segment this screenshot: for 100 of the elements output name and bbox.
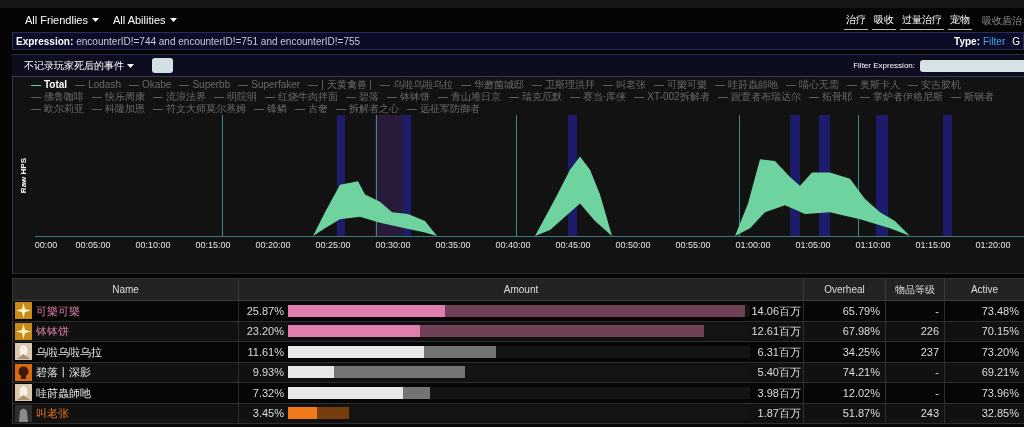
player-name[interactable]: 碧落丨深影 bbox=[36, 364, 91, 381]
legend-item[interactable]: 掌炉者伊格尼斯 bbox=[859, 91, 943, 103]
axis-tick-label: 00:20:00 bbox=[255, 240, 291, 250]
player-name[interactable]: 哇莳蟲師吔 bbox=[36, 384, 91, 401]
legend-item[interactable]: 叫老张 bbox=[602, 79, 646, 91]
column-header[interactable]: Name bbox=[13, 279, 239, 300]
percent-text: 7.32% bbox=[251, 385, 284, 401]
amount-text: 14.06百万 bbox=[750, 303, 802, 319]
legend-item[interactable]: 乌啦乌啦乌拉 bbox=[379, 79, 453, 91]
axis-tick-label: 00:00 bbox=[34, 240, 58, 250]
caret-icon bbox=[127, 63, 134, 68]
graph-link[interactable]: G bbox=[1012, 33, 1020, 49]
legend-item[interactable]: 拓骨耶 bbox=[808, 91, 852, 103]
legend-item[interactable]: 拆解者之心 bbox=[336, 103, 399, 115]
legend-item[interactable]: 卫斯理洪拜 bbox=[531, 79, 595, 91]
legend-item[interactable]: 可樂可樂 bbox=[653, 79, 707, 91]
emblem-icon bbox=[15, 384, 32, 402]
view-button[interactable]: 治疗 bbox=[844, 10, 868, 30]
axis-tick-label: 00:35:00 bbox=[435, 240, 471, 250]
legend-item[interactable]: 华蘑菌城邸 bbox=[460, 79, 524, 91]
legend-item[interactable]: Lodash bbox=[75, 79, 121, 91]
table-cell-text: 243 bbox=[920, 406, 939, 421]
legend-item[interactable]: 流浪法界 bbox=[153, 91, 206, 103]
legend-item[interactable]: 快乐周康 bbox=[92, 91, 145, 103]
table-cell-text: - bbox=[935, 385, 939, 401]
filter-input[interactable] bbox=[920, 59, 1024, 72]
legend-item[interactable]: 欧尔莉亚 bbox=[31, 103, 84, 115]
percent-text: 23.20% bbox=[245, 324, 284, 339]
axis-tick-label: 00:55:00 bbox=[675, 240, 711, 250]
table-cell-text: 73.96% bbox=[981, 385, 1019, 401]
legend-item[interactable]: 明院明 bbox=[214, 91, 257, 103]
caret-icon bbox=[91, 18, 99, 22]
amount-text: 6.31百万 bbox=[756, 344, 802, 360]
legend-item[interactable]: 古奢 bbox=[295, 103, 328, 115]
starburst-icon bbox=[15, 322, 32, 340]
filter-dropdown[interactable]: All Friendlies bbox=[25, 11, 99, 29]
player-name[interactable]: 乌啦乌啦乌拉 bbox=[36, 343, 102, 360]
legend-item[interactable]: XT-002拆解者 bbox=[634, 91, 710, 103]
color-swatch-button[interactable] bbox=[152, 58, 173, 73]
legend-item[interactable]: 佛鲁咖啡 bbox=[31, 91, 84, 103]
y-axis-label: Raw HPS bbox=[18, 158, 29, 194]
legend-item[interactable]: 跟萱者布瑞达尔 bbox=[717, 91, 801, 103]
view-button[interactable]: 过量治疗 bbox=[900, 10, 944, 30]
legend-item[interactable]: 符文大师莫尔基姆 bbox=[153, 103, 246, 115]
legend-item[interactable]: Total bbox=[31, 79, 68, 91]
column-header[interactable]: Overheal bbox=[804, 279, 886, 300]
legend-item[interactable]: 瑞克厄默 bbox=[509, 91, 562, 103]
legend-item[interactable]: 碧落 bbox=[346, 91, 379, 103]
amount-text: 3.98百万 bbox=[756, 385, 802, 401]
table-cell-text: 73.48% bbox=[981, 303, 1019, 319]
expression-text[interactable]: encounterID!=744 and encounterID!=751 and encounterID!=755 bbox=[76, 33, 361, 49]
table-cell-text: 69.21% bbox=[981, 365, 1019, 380]
filter-label: Filter Expression: bbox=[853, 59, 915, 72]
axis-tick-label: 01:20:00 bbox=[975, 240, 1011, 250]
table-cell-text: 65.79% bbox=[842, 303, 880, 319]
column-header[interactable]: Amount bbox=[239, 279, 804, 300]
view-option[interactable]: 吸收盾治 bbox=[982, 12, 1022, 28]
type-label: Type: bbox=[954, 34, 980, 49]
player-name[interactable]: 钵钵饼 bbox=[36, 323, 69, 340]
legend-item[interactable]: 科隆加恩 bbox=[92, 103, 145, 115]
table-cell-text: 12.02% bbox=[842, 385, 880, 401]
amount-text: 5.40百万 bbox=[756, 365, 802, 380]
legend-item[interactable]: 赛当·库侠 bbox=[570, 91, 627, 103]
view-button[interactable]: 宠物 bbox=[948, 10, 972, 30]
legend-item[interactable]: 奥斯卡人 bbox=[846, 79, 900, 91]
table-cell-text: 74.21% bbox=[842, 365, 880, 380]
legend-item[interactable]: | 天黄禽兽 | bbox=[308, 79, 372, 91]
table-cell-text: 51.87% bbox=[842, 406, 880, 421]
player-name[interactable]: 可樂可樂 bbox=[36, 302, 80, 319]
table-cell-text: 34.25% bbox=[842, 344, 880, 360]
legend-item[interactable]: Superbb bbox=[179, 79, 231, 91]
axis-tick-label: 00:40:00 bbox=[495, 240, 531, 250]
legend-item[interactable]: 哇莳蟲師吔 bbox=[714, 79, 778, 91]
table-cell-text: - bbox=[935, 303, 939, 319]
legend-item[interactable]: 红烧牛肉拌面 bbox=[265, 91, 338, 103]
table-cell-text: 70.15% bbox=[981, 324, 1019, 339]
filter-dropdown[interactable]: All Abilities bbox=[112, 11, 177, 29]
axis-tick-label: 01:15:00 bbox=[915, 240, 951, 250]
legend-item[interactable]: 青山堆日京 bbox=[438, 91, 501, 103]
view-button[interactable]: 吸收 bbox=[872, 10, 896, 30]
amount-text: 1.87百万 bbox=[756, 406, 802, 421]
legend-item[interactable]: 钵钵饼 bbox=[387, 91, 430, 103]
table-cell-text: 226 bbox=[920, 324, 939, 339]
table-cell-text: 67.98% bbox=[842, 324, 880, 339]
legend-item[interactable]: 喵心无需 bbox=[785, 79, 839, 91]
legend-item[interactable]: 远征军防御者 bbox=[407, 103, 480, 115]
legend-item[interactable]: Superfaker bbox=[238, 79, 301, 91]
player-name[interactable]: 叫老张 bbox=[36, 405, 69, 422]
dropdown-button[interactable]: 不记录玩家死后的事件 bbox=[24, 58, 134, 73]
axis-tick-label: 00:30:00 bbox=[375, 240, 411, 250]
legend-item[interactable]: Okabe bbox=[128, 79, 172, 91]
column-header[interactable]: Active bbox=[945, 279, 1024, 300]
starburst-icon bbox=[15, 302, 32, 320]
table-cell-text: 237 bbox=[920, 344, 939, 360]
legend-item[interactable]: 锋鳞 bbox=[254, 103, 287, 115]
legend-item[interactable]: 安吉胶机 bbox=[907, 79, 961, 91]
legend-item[interactable]: 斯钢者 bbox=[950, 91, 994, 103]
percent-text: 9.93% bbox=[251, 365, 284, 380]
type-link[interactable]: Filter bbox=[983, 33, 1006, 49]
column-header[interactable]: 物品等级 bbox=[886, 279, 945, 300]
